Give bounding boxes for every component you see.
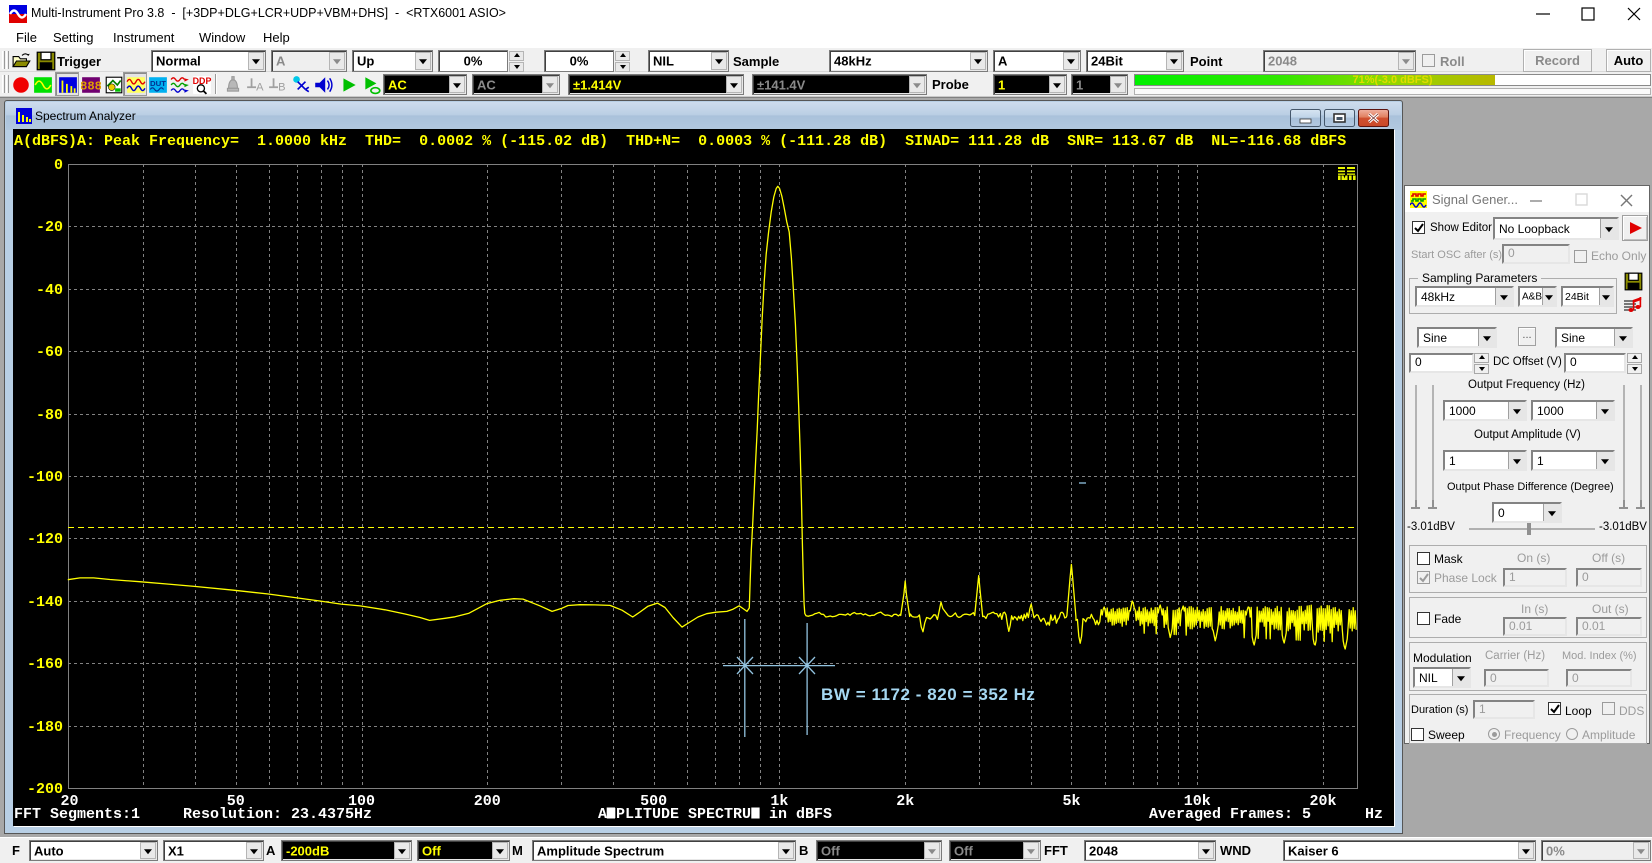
svg-text:-180: -180 bbox=[27, 719, 63, 736]
svg-text:Resolution: 23.4375Hz: Resolution: 23.4375Hz bbox=[183, 806, 372, 823]
svg-text:B: B bbox=[278, 82, 285, 94]
svg-text:5k: 5k bbox=[1062, 793, 1080, 810]
svg-text:Hz: Hz bbox=[1365, 806, 1383, 823]
svg-text:0: 0 bbox=[54, 157, 63, 174]
svg-text:200: 200 bbox=[474, 793, 501, 810]
svg-text:DUT: DUT bbox=[150, 79, 166, 88]
svg-text:-80: -80 bbox=[36, 407, 63, 424]
svg-text:-60: -60 bbox=[36, 344, 63, 361]
svg-text:20k: 20k bbox=[1309, 793, 1336, 810]
svg-text:-40: -40 bbox=[36, 282, 63, 299]
svg-text:AMPLITUDE SPECTRUM in dBFS: AMPLITUDE SPECTRUM in dBFS bbox=[598, 806, 832, 823]
svg-text:A: A bbox=[256, 82, 264, 94]
svg-text:FFT Segments:1: FFT Segments:1 bbox=[14, 806, 140, 823]
svg-text:2k: 2k bbox=[896, 793, 914, 810]
svg-text:-200: -200 bbox=[27, 781, 63, 798]
svg-text:Averaged Frames: 5: Averaged Frames: 5 bbox=[1149, 806, 1311, 823]
svg-text:A(dBFS)A: Peak Frequency= 1.0: A(dBFS)A: Peak Frequency= 1.0000 kHz THD… bbox=[14, 133, 1346, 150]
svg-text:-120: -120 bbox=[27, 531, 63, 548]
svg-text:-100: -100 bbox=[27, 469, 63, 486]
svg-text:888: 888 bbox=[81, 79, 101, 93]
svg-text:-160: -160 bbox=[27, 656, 63, 673]
svg-text:-140: -140 bbox=[27, 594, 63, 611]
svg-text:-20: -20 bbox=[36, 219, 63, 236]
svg-text:BW = 1172 - 820 = 352 Hz: BW = 1172 - 820 = 352 Hz bbox=[821, 685, 1036, 704]
